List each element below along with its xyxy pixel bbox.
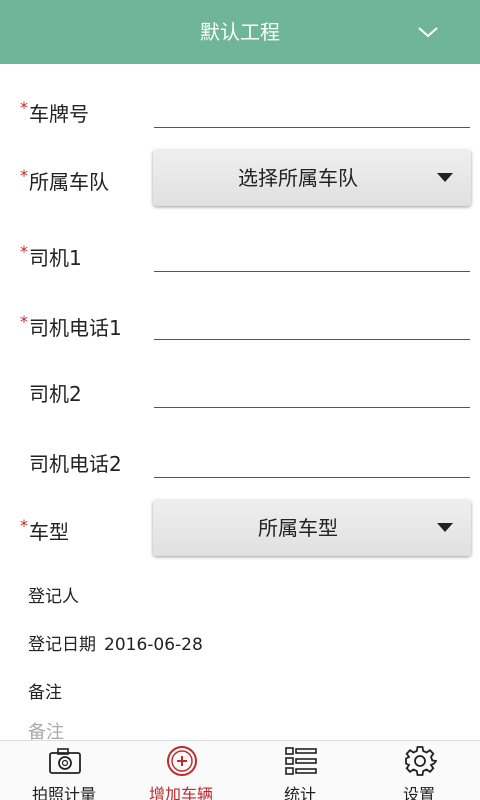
required-mark: *: [20, 516, 28, 535]
plate-label: *车牌号: [20, 98, 89, 126]
driver1-input[interactable]: [154, 232, 470, 272]
plate-input[interactable]: [154, 88, 470, 128]
remark-label: 备注: [28, 683, 62, 703]
dropdown-arrow-icon: [437, 173, 453, 182]
driver2-label: 司机2: [29, 382, 82, 406]
required-mark: *: [20, 242, 28, 261]
bottom-tab-bar: 拍照计量 增加车辆 统计 设置: [0, 740, 480, 800]
tab-photo-measure-label: 拍照计量: [31, 785, 96, 800]
tab-add-vehicle-label: 增加车辆: [148, 785, 213, 800]
fleet-select[interactable]: 选择所属车队: [153, 150, 471, 206]
vehicle-type-select[interactable]: 所属车型: [153, 500, 471, 556]
driver2-phone-input[interactable]: [154, 438, 470, 478]
driver1-label: *司机1: [20, 242, 82, 270]
vehicle-type-label: *车型: [20, 516, 69, 544]
registrant-label: 登记人: [28, 587, 79, 607]
tab-statistics[interactable]: 统计: [240, 741, 360, 800]
tab-add-vehicle[interactable]: 增加车辆: [121, 741, 241, 800]
project-title: 默认工程: [200, 20, 280, 44]
tab-settings-label: 设置: [402, 785, 435, 800]
driver1-phone-label: *司机电话1: [20, 312, 122, 340]
tab-photo-measure[interactable]: 拍照计量: [4, 741, 124, 800]
driver1-phone-input[interactable]: [154, 300, 470, 340]
camera-icon: [49, 748, 81, 774]
fleet-select-value: 选择所属车队: [238, 166, 358, 190]
tab-statistics-label: 统计: [283, 785, 316, 800]
register-date-value: 2016-06-28: [104, 635, 203, 655]
driver2-phone-label: 司机电话2: [29, 452, 122, 476]
app-header: 默认工程: [0, 0, 480, 64]
vehicle-type-select-value: 所属车型: [258, 516, 338, 540]
gear-icon: [405, 746, 437, 776]
fleet-label: *所属车队: [20, 166, 109, 194]
tab-settings[interactable]: 设置: [359, 741, 479, 800]
list-icon: [285, 747, 317, 775]
driver2-input[interactable]: [154, 368, 470, 408]
required-mark: *: [20, 98, 28, 117]
required-mark: *: [20, 312, 28, 331]
required-mark: *: [20, 166, 28, 185]
remark-input[interactable]: [28, 714, 448, 740]
add-circle-icon: [167, 746, 197, 776]
vehicle-form: *车牌号 *所属车队 选择所属车队 *司机1 *司机电话1 司机2 司机电话2 …: [0, 64, 480, 740]
dropdown-arrow-icon: [437, 523, 453, 532]
register-date-label: 登记日期: [28, 635, 96, 655]
chevron-down-icon[interactable]: [416, 20, 440, 44]
register-date-row: 登记日期 2016-06-28: [28, 630, 203, 655]
